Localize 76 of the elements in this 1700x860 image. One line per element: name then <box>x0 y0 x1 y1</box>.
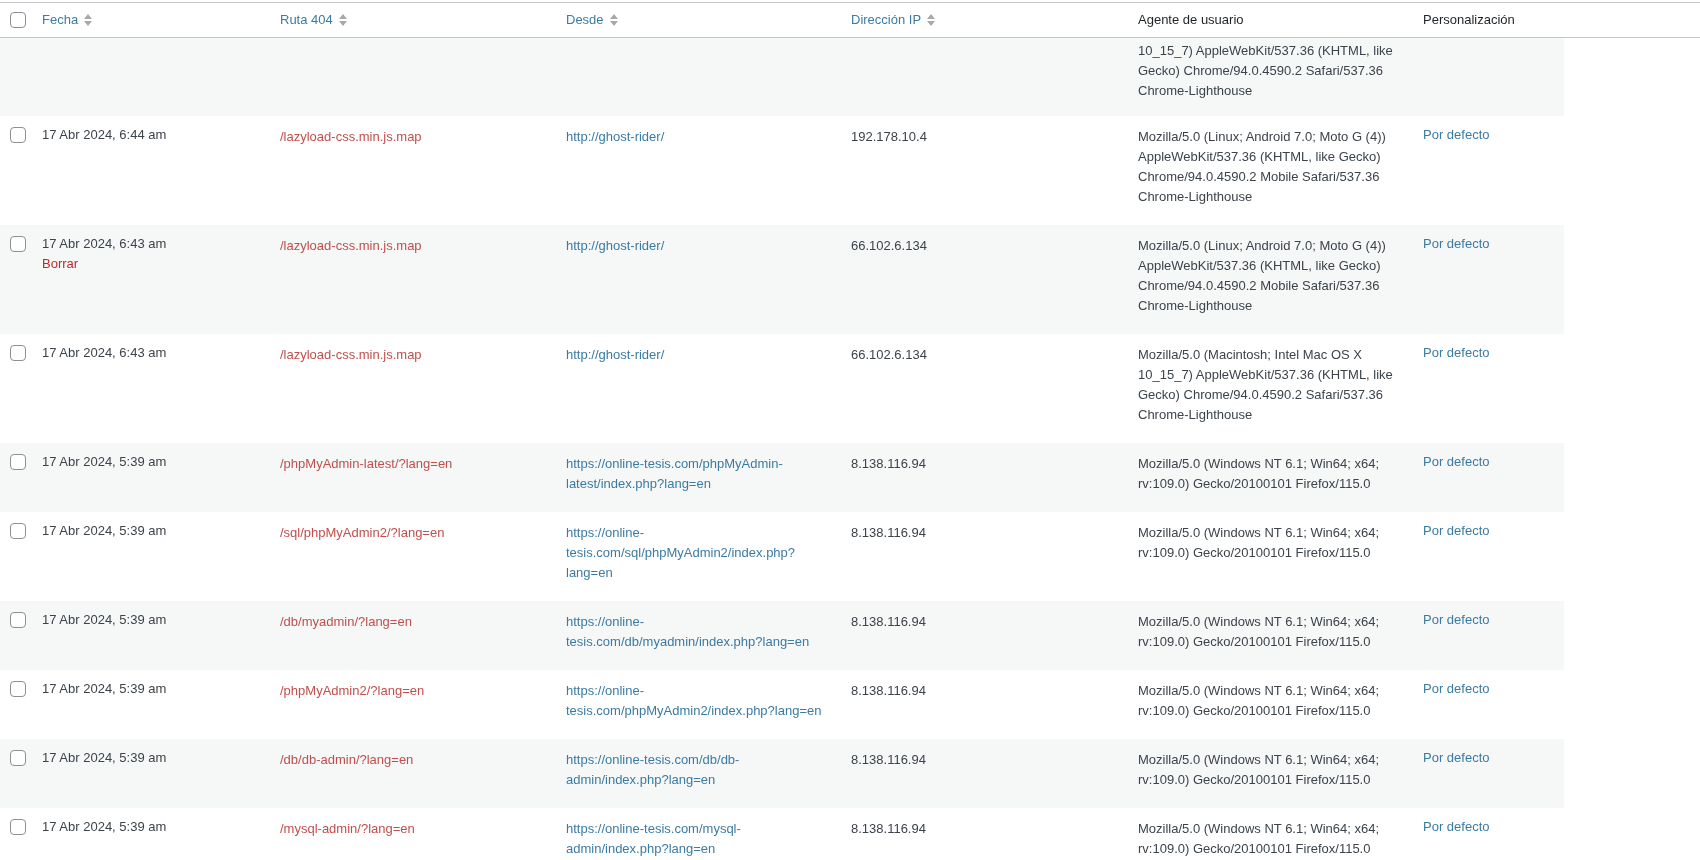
user-agent-text: Mozilla/5.0 (Macintosh; Intel Mac OS X 10_15_7) AppleWebKit/537.36 (KHTML, like Gecko) Chrome/94.0.4590.2 Safari/537.36 Chrome-Lighthouse <box>1138 346 1394 424</box>
user-agent-text: Mozilla/5.0 (Windows NT 6.1; Win64; x64; rv:109.0) Gecko/20100101 Firefox/115.0 <box>1138 524 1381 562</box>
column-header: Agente de usuario <box>1138 11 1244 30</box>
column-header: Personalización <box>1423 11 1515 30</box>
customization-link[interactable]: Por defecto <box>1423 523 1490 538</box>
path-text: /mysql-admin/?lang=en <box>280 821 415 836</box>
date-text: 17 Abr 2024, 5:39 am <box>42 611 167 629</box>
referrer-link[interactable]: https://online-tesis.com/db/db-admin/index.php?lang=en <box>566 750 839 790</box>
checkbox[interactable] <box>10 127 26 143</box>
path-text: /db/myadmin/?lang=en <box>280 614 412 629</box>
referrer-link[interactable]: https://online-tesis.com/mysql-admin/index.php?lang=en <box>566 819 839 859</box>
referrer-link[interactable]: http://ghost-rider/ <box>566 345 839 365</box>
column-header-link[interactable]: Dirección IP <box>851 10 936 30</box>
referrer-link[interactable]: http://ghost-rider/ <box>566 127 839 147</box>
customization-link[interactable]: Por defecto <box>1423 819 1490 834</box>
checkbox[interactable] <box>10 454 26 470</box>
sort-icon[interactable] <box>609 14 618 26</box>
column-header-link[interactable]: Ruta 404 <box>280 10 347 30</box>
referrer-link[interactable]: https://online-tesis.com/db/myadmin/index.php?lang=en <box>566 612 839 652</box>
path-text: /lazyload-css.min.js.map <box>280 347 422 362</box>
path-text: /phpMyAdmin-latest/?lang=en <box>280 456 453 471</box>
checkbox[interactable] <box>10 345 26 361</box>
ip-address: 8.138.116.94 <box>851 683 926 698</box>
ip-address: 192.178.10.4 <box>851 129 927 144</box>
customization-link[interactable]: Por defecto <box>1423 127 1490 142</box>
date-text: 17 Abr 2024, 5:39 am <box>42 453 167 471</box>
user-agent-text: Mozilla/5.0 (Windows NT 6.1; Win64; x64; rv:109.0) Gecko/20100101 Firefox/115.0 <box>1138 455 1381 493</box>
date-text: 17 Abr 2024, 5:39 am <box>42 749 167 767</box>
date-text: 17 Abr 2024, 6:43 am <box>42 235 167 253</box>
customization-link[interactable]: Por defecto <box>1423 750 1490 765</box>
ip-address: 8.138.116.94 <box>851 752 926 767</box>
customization-link[interactable]: Por defecto <box>1423 236 1490 251</box>
user-agent-text: Mozilla/5.0 (Windows NT 6.1; Win64; x64; rv:109.0) Gecko/20100101 Firefox/115.0 <box>1138 682 1381 720</box>
column-header-link[interactable]: Fecha <box>42 10 93 30</box>
user-agent-text: Mozilla/5.0 (Linux; Android 7.0; Moto G (4)) AppleWebKit/537.36 (KHTML, like Gecko) Chrome/94.0.4590.2 Mobile Safari/537.36 Chrome-Lighthouse <box>1138 128 1387 206</box>
checkbox[interactable] <box>10 523 26 539</box>
checkbox[interactable] <box>10 819 26 835</box>
path-text: /db/db-admin/?lang=en <box>280 752 414 767</box>
ip-address: 8.138.116.94 <box>851 614 926 629</box>
path-text: /lazyload-css.min.js.map <box>280 129 422 144</box>
user-agent-text: 10_15_7) AppleWebKit/537.36 (KHTML, like Gecko) Chrome/94.0.4590.2 Safari/537.36 Chrome-Lighthouse <box>1138 42 1394 100</box>
referrer-link[interactable]: http://ghost-rider/ <box>566 236 839 256</box>
sort-icon[interactable] <box>338 14 347 26</box>
path-text: /phpMyAdmin2/?lang=en <box>280 683 425 698</box>
ip-address: 8.138.116.94 <box>851 456 926 471</box>
date-text: 17 Abr 2024, 6:43 am <box>42 344 167 362</box>
user-agent-text: Mozilla/5.0 (Linux; Android 7.0; Moto G (4)) AppleWebKit/537.36 (KHTML, like Gecko) Chrome/94.0.4590.2 Mobile Safari/537.36 Chrome-Lighthouse <box>1138 237 1387 315</box>
sort-icon[interactable] <box>84 14 93 26</box>
ip-address: 8.138.116.94 <box>851 525 926 540</box>
customization-link[interactable]: Por defecto <box>1423 681 1490 696</box>
ip-address: 66.102.6.134 <box>851 347 927 362</box>
date-text: 17 Abr 2024, 5:39 am <box>42 522 167 540</box>
referrer-link[interactable]: https://online-tesis.com/phpMyAdmin-latest/index.php?lang=en <box>566 454 839 494</box>
referrer-link[interactable]: https://online-tesis.com/phpMyAdmin2/index.php?lang=en <box>566 681 839 721</box>
customization-link[interactable]: Por defecto <box>1423 612 1490 627</box>
path-text: /sql/phpMyAdmin2/?lang=en <box>280 525 445 540</box>
user-agent-text: Mozilla/5.0 (Windows NT 6.1; Win64; x64; rv:109.0) Gecko/20100101 Firefox/115.0 <box>1138 820 1381 858</box>
checkbox[interactable] <box>10 750 26 766</box>
ip-address: 66.102.6.134 <box>851 238 927 253</box>
referrer-link[interactable]: https://online-tesis.com/sql/phpMyAdmin2/index.php?lang=en <box>566 523 839 583</box>
column-header-link[interactable]: Desde <box>566 10 618 30</box>
customization-link[interactable]: Por defecto <box>1423 454 1490 469</box>
ip-address: 8.138.116.94 <box>851 821 926 836</box>
user-agent-text: Mozilla/5.0 (Windows NT 6.1; Win64; x64; rv:109.0) Gecko/20100101 Firefox/115.0 <box>1138 751 1381 789</box>
checkbox[interactable] <box>10 612 26 628</box>
date-text: 17 Abr 2024, 5:39 am <box>42 818 167 836</box>
customization-link[interactable]: Por defecto <box>1423 345 1490 360</box>
checkbox[interactable] <box>10 236 26 252</box>
path-text: /lazyload-css.min.js.map <box>280 238 422 253</box>
date-text: 17 Abr 2024, 5:39 am <box>42 680 167 698</box>
sort-icon[interactable] <box>927 14 936 26</box>
user-agent-text: Mozilla/5.0 (Windows NT 6.1; Win64; x64; rv:109.0) Gecko/20100101 Firefox/115.0 <box>1138 613 1381 651</box>
checkbox[interactable] <box>10 681 26 697</box>
delete-link[interactable]: Borrar <box>42 254 79 274</box>
date-text: 17 Abr 2024, 6:44 am <box>42 126 167 144</box>
checkbox[interactable] <box>10 12 26 28</box>
